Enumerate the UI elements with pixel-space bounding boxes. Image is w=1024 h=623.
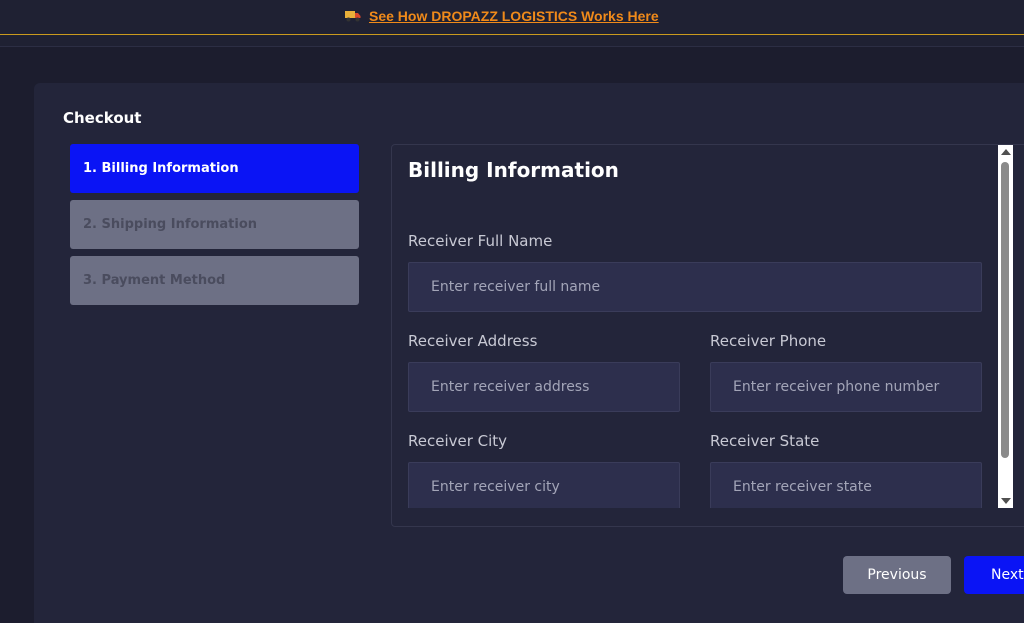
- address-input[interactable]: [408, 362, 680, 412]
- truck-icon: [345, 10, 361, 22]
- how-it-works-link-text[interactable]: See How DROPAZZ LOGISTICS Works Here: [369, 8, 659, 24]
- top-banner: See How DROPAZZ LOGISTICS Works Here: [0, 0, 1024, 47]
- how-it-works-link[interactable]: See How DROPAZZ LOGISTICS Works Here: [345, 6, 659, 26]
- state-input[interactable]: [710, 462, 982, 508]
- city-label: Receiver City: [408, 432, 508, 450]
- previous-button[interactable]: Previous: [843, 556, 951, 594]
- full-name-input[interactable]: [408, 262, 982, 312]
- banner-divider: [0, 34, 1024, 35]
- scrollbar-thumb[interactable]: [1001, 162, 1009, 458]
- full-name-label: Receiver Full Name: [408, 232, 553, 250]
- form-title: Billing Information: [408, 158, 619, 182]
- billing-form-scroll-area[interactable]: Billing Information Receiver Full Name R…: [392, 145, 998, 508]
- phone-input[interactable]: [710, 362, 982, 412]
- scroll-up-arrow-icon[interactable]: [1001, 149, 1011, 155]
- step-billing-information[interactable]: 1. Billing Information: [70, 144, 359, 193]
- step-shipping-information[interactable]: 2. Shipping Information: [70, 200, 359, 249]
- next-button[interactable]: Next: [964, 556, 1024, 594]
- city-input[interactable]: [408, 462, 680, 508]
- form-scrollbar[interactable]: [998, 145, 1013, 508]
- checkout-title: Checkout: [63, 109, 142, 127]
- state-label: Receiver State: [710, 432, 820, 450]
- step-payment-method[interactable]: 3. Payment Method: [70, 256, 359, 305]
- scroll-down-arrow-icon[interactable]: [1001, 498, 1011, 504]
- address-label: Receiver Address: [408, 332, 538, 350]
- phone-label: Receiver Phone: [710, 332, 827, 350]
